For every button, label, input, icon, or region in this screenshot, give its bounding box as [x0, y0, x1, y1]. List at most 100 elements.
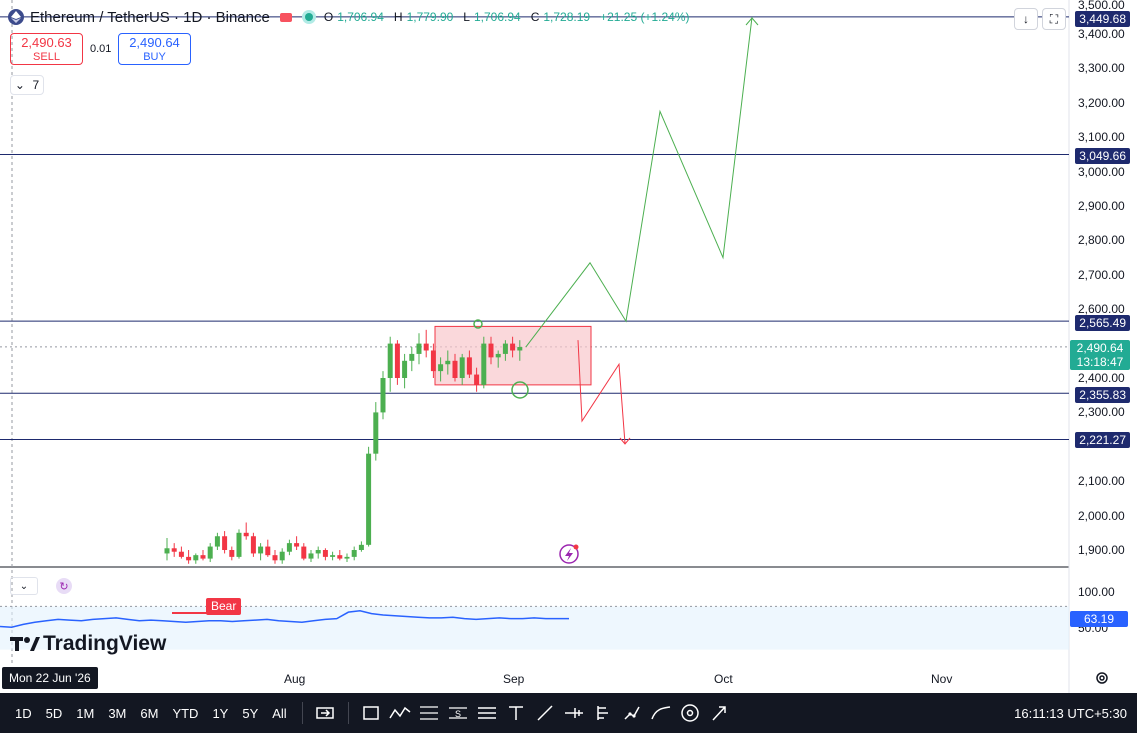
timeframe-1m[interactable]: 1M	[69, 706, 101, 721]
candle-body	[164, 548, 170, 554]
timeframe-5d[interactable]: 5D	[39, 706, 70, 721]
bear-signal-tag: Bear	[206, 598, 242, 615]
candle-body	[351, 550, 357, 557]
replay-icon[interactable]	[314, 702, 336, 724]
candle-body	[315, 550, 321, 554]
timeframe-6m[interactable]: 6M	[133, 706, 165, 721]
svg-text:S: S	[455, 709, 461, 719]
candle-body	[358, 544, 364, 550]
indicators-toggle[interactable]: ⌄ 7	[10, 75, 44, 95]
candle-body	[517, 347, 523, 351]
fib-icon[interactable]	[418, 702, 440, 724]
chevron-down-icon: ⌄	[19, 580, 29, 592]
candle-body	[222, 536, 228, 550]
tradingview-logo-icon	[10, 637, 40, 651]
candle-body	[495, 353, 501, 358]
ohlc-values: O 1,706.94 H 1,779.90 L 1,706.94 C 1,728.19 …	[323, 10, 690, 24]
candle-body	[265, 546, 271, 556]
eye-icon[interactable]	[679, 702, 701, 724]
refresh-icon[interactable]: ↻	[56, 578, 72, 594]
candle-body	[409, 353, 415, 361]
timeframe-5y[interactable]: 5Y	[235, 706, 265, 721]
time-label-nov: Nov	[931, 672, 953, 686]
candle-body	[438, 364, 444, 372]
candle-body	[200, 555, 206, 559]
price-tick: 3,400.00	[1078, 27, 1125, 41]
candle-body	[380, 378, 386, 413]
chart-canvas[interactable]	[0, 0, 1137, 693]
live-status-icon	[301, 10, 316, 24]
high-value: 1,779.90	[406, 10, 454, 24]
candle-body	[481, 343, 487, 385]
change-value: +21.25 (+1.24%)	[600, 10, 690, 24]
level-label-4[interactable]: 2,355.83	[1075, 387, 1130, 403]
brand-name: TradingView	[43, 632, 167, 655]
candle-body	[387, 343, 393, 378]
path-icon[interactable]	[389, 702, 411, 724]
time-label-aug: Aug	[284, 672, 306, 686]
candle-body	[510, 343, 516, 351]
oscillator-value: 63.19	[1070, 611, 1128, 627]
candle-body	[402, 360, 408, 378]
clock[interactable]: 16:11:13 UTC+5:30	[1014, 706, 1127, 721]
text-icon[interactable]	[505, 702, 527, 724]
candle-body	[308, 553, 314, 559]
toolbar-divider	[347, 702, 349, 724]
level-label-2[interactable]: 3,049.66	[1075, 148, 1130, 164]
candle-body	[186, 556, 192, 561]
buy-price: 2,490.64	[129, 35, 180, 50]
candle-body	[250, 536, 256, 554]
osc-tick-100: 100.00	[1078, 585, 1115, 599]
buy-button[interactable]: 2,490.64 BUY	[118, 33, 191, 65]
price-tick: 2,700.00	[1078, 267, 1125, 282]
rectangle-icon[interactable]	[360, 702, 382, 724]
indicator-count: 7	[32, 78, 40, 92]
symbol-header: Ethereum / TetherUS · 1D · Binance O 1,70…	[8, 6, 696, 28]
price-tick: 2,400.00	[1078, 371, 1125, 385]
candle-body	[502, 343, 508, 354]
pane-collapse-button[interactable]: ⌄	[10, 577, 38, 595]
candle-body	[294, 543, 300, 547]
level-label-1[interactable]: 3,449.68	[1075, 11, 1130, 27]
timeframe-1y[interactable]: 1Y	[205, 706, 235, 721]
timeframe-1d[interactable]: 1D	[8, 706, 39, 721]
open-value: 1,706.94	[337, 10, 384, 24]
long-position-icon[interactable]	[592, 702, 614, 724]
curve-icon[interactable]	[650, 702, 672, 724]
candle-body	[286, 543, 292, 552]
candle-body	[466, 357, 472, 375]
brush-icon[interactable]	[621, 702, 643, 724]
candle-body	[488, 343, 494, 358]
timeframe-3m[interactable]: 3M	[101, 706, 133, 721]
alert-bolt	[565, 548, 573, 561]
chevron-down-icon: ⌄	[14, 78, 25, 92]
price-tick: 3,000.00	[1078, 164, 1125, 179]
settings-gear-icon[interactable]	[1094, 670, 1110, 686]
candle-body	[423, 343, 429, 351]
ethereum-icon	[8, 9, 24, 25]
candle-body	[214, 536, 220, 547]
candle-body	[344, 556, 350, 559]
trendline-icon[interactable]	[534, 702, 556, 724]
buy-label: BUY	[143, 51, 166, 63]
fullscreen-icon[interactable]: ⛶	[1042, 8, 1066, 30]
lines-icon[interactable]	[476, 702, 498, 724]
level-label-3[interactable]: 2,565.49	[1075, 315, 1130, 331]
sell-button[interactable]: 2,490.63 SELL	[10, 33, 83, 65]
candle-body	[394, 343, 400, 378]
candle-body	[272, 555, 278, 561]
tradingview-logo[interactable]: TradingView	[10, 632, 166, 656]
price-tick: 2,900.00	[1078, 199, 1125, 213]
sell-price: 2,490.63	[21, 35, 72, 50]
timeframe-ytd[interactable]: YTD	[165, 706, 205, 721]
pattern-icon[interactable]: S	[447, 702, 469, 724]
arrow-icon[interactable]	[708, 702, 730, 724]
timeframe-all[interactable]: All	[265, 706, 293, 721]
level-label-5[interactable]: 2,221.27	[1075, 432, 1130, 448]
symbol-title[interactable]: Ethereum / TetherUS · 1D · Binance	[30, 9, 270, 26]
candle-body	[445, 360, 451, 365]
candle-body	[474, 374, 480, 385]
close-value: 1,728.19	[543, 10, 591, 24]
ruler-icon[interactable]	[563, 702, 585, 724]
download-icon[interactable]: ↓	[1014, 8, 1038, 30]
